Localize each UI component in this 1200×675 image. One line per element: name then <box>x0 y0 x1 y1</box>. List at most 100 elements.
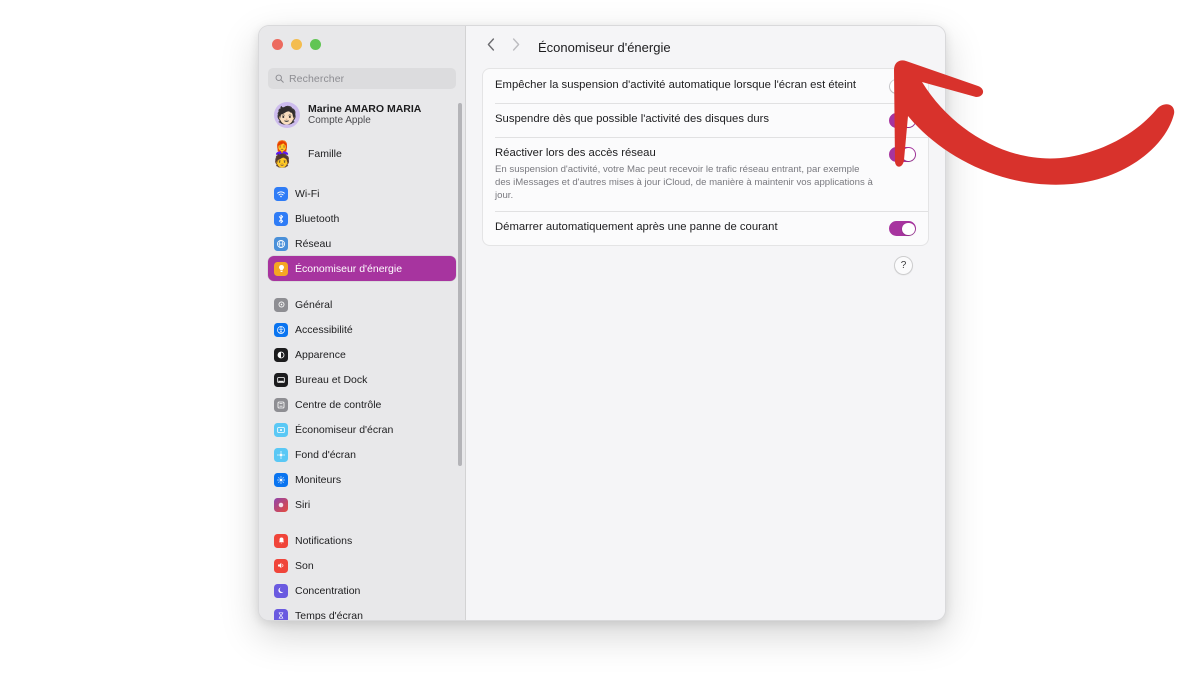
sidebar-group-appearance: Général Accessibilité Apparence Bureau e… <box>259 292 465 517</box>
sidebar-item-family[interactable]: 👩‍🦰🧑 Famille <box>268 138 456 170</box>
sidebar-item-appearance[interactable]: Apparence <box>268 342 456 367</box>
focus-icon <box>274 583 288 598</box>
sidebar-scroll-area[interactable]: 🧑🏻 Marine AMARO MARIA Compte Apple 👩‍🦰🧑 … <box>259 89 465 620</box>
sidebar-item-label: Centre de contrôle <box>295 398 382 411</box>
traffic-lights <box>259 26 465 61</box>
sidebar-item-label: Accessibilité <box>295 323 353 336</box>
settings-panel: Empêcher la suspension d'activité automa… <box>466 68 945 276</box>
sidebar-group-connectivity: Wi-Fi Bluetooth Réseau Économiseur d'éne… <box>259 181 465 281</box>
system-settings-window: Rechercher 🧑🏻 Marine AMARO MARIA Compte … <box>258 25 946 621</box>
account-subtitle: Compte Apple <box>308 115 371 127</box>
search-icon <box>275 70 284 88</box>
sidebar-item-sound[interactable]: Son <box>268 553 456 578</box>
sidebar: Rechercher 🧑🏻 Marine AMARO MARIA Compte … <box>259 26 466 620</box>
sidebar-item-desktop-dock[interactable]: Bureau et Dock <box>268 367 456 392</box>
account-name: Marine AMARO MARIA <box>308 102 422 115</box>
search-container: Rechercher <box>259 61 465 89</box>
account-text: Marine AMARO MARIA Compte Apple <box>308 103 421 127</box>
toggle-prevent-sleep[interactable] <box>889 79 916 94</box>
sidebar-item-screensaver[interactable]: Économiseur d'écran <box>268 417 456 442</box>
sidebar-item-wifi[interactable]: Wi-Fi <box>268 181 456 206</box>
toggle-disk-sleep[interactable] <box>889 113 916 128</box>
wifi-icon <box>274 186 288 201</box>
toggle-knob <box>902 148 915 161</box>
avatar: 🧑🏻 <box>274 102 300 128</box>
sidebar-item-label: Temps d'écran <box>295 609 363 621</box>
help-container: ? <box>482 246 929 276</box>
sidebar-item-label: Général <box>295 298 333 311</box>
sidebar-item-accessibility[interactable]: Accessibilité <box>268 317 456 342</box>
help-button[interactable]: ? <box>894 256 913 276</box>
sidebar-item-label: Économiseur d'énergie <box>295 262 403 275</box>
sidebar-item-displays[interactable]: Moniteurs <box>268 467 456 492</box>
wallpaper-icon <box>274 447 288 462</box>
setting-label: Réactiver lors des accès réseau <box>495 147 656 159</box>
general-icon <box>274 297 288 312</box>
bluetooth-icon <box>274 211 288 226</box>
appearance-icon <box>274 347 288 362</box>
sidebar-item-focus[interactable]: Concentration <box>268 578 456 603</box>
sidebar-item-label: Économiseur d'écran <box>295 423 394 436</box>
setting-row-disk-sleep[interactable]: Suspendre dès que possible l'activité de… <box>483 103 928 137</box>
screen-time-icon <box>274 608 288 620</box>
setting-label: Empêcher la suspension d'activité automa… <box>495 79 856 91</box>
back-button[interactable] <box>480 36 502 58</box>
screen: Rechercher 🧑🏻 Marine AMARO MARIA Compte … <box>0 0 1200 675</box>
toggle-knob <box>890 80 903 93</box>
sidebar-item-wallpaper[interactable]: Fond d'écran <box>268 442 456 467</box>
notifications-icon <box>274 533 288 548</box>
toolbar: Économiseur d'énergie <box>466 26 945 68</box>
siri-icon <box>274 497 288 512</box>
toggle-knob <box>902 222 915 236</box>
sidebar-scrollbar[interactable] <box>458 103 462 466</box>
page-title: Économiseur d'énergie <box>538 39 671 55</box>
desktop-dock-icon <box>274 372 288 387</box>
sidebar-item-general[interactable]: Général <box>268 292 456 317</box>
family-icon: 👩‍🦰🧑 <box>274 140 290 168</box>
displays-icon <box>274 472 288 487</box>
forward-button[interactable] <box>505 36 527 58</box>
search-placeholder: Rechercher <box>289 72 345 85</box>
sidebar-item-bluetooth[interactable]: Bluetooth <box>268 206 456 231</box>
sidebar-item-label: Wi-Fi <box>295 187 320 200</box>
sidebar-item-label: Famille <box>308 148 342 160</box>
sidebar-item-label: Moniteurs <box>295 473 342 486</box>
sidebar-item-network[interactable]: Réseau <box>268 231 456 256</box>
chevron-left-icon <box>487 38 495 56</box>
control-center-icon <box>274 397 288 412</box>
sidebar-item-notifications[interactable]: Notifications <box>268 528 456 553</box>
setting-label: Suspendre dès que possible l'activité de… <box>495 113 770 125</box>
setting-label: Démarrer automatiquement après une panne… <box>495 221 778 234</box>
zoom-button[interactable] <box>310 39 321 50</box>
sidebar-item-label: Son <box>295 559 314 572</box>
sidebar-item-label: Apparence <box>295 348 346 361</box>
minimize-button[interactable] <box>291 39 302 50</box>
content-pane: Économiseur d'énergie Empêcher la suspen… <box>466 26 945 620</box>
sidebar-item-label: Notifications <box>295 534 353 547</box>
setting-row-auto-restart[interactable]: Démarrer automatiquement après une panne… <box>483 211 928 245</box>
sidebar-item-label: Fond d'écran <box>295 448 356 461</box>
screensaver-icon <box>274 422 288 437</box>
chevron-right-icon <box>512 38 520 56</box>
sidebar-item-control-center[interactable]: Centre de contrôle <box>268 392 456 417</box>
sidebar-item-screen-time[interactable]: Temps d'écran <box>268 603 456 620</box>
sidebar-item-account[interactable]: 🧑🏻 Marine AMARO MARIA Compte Apple <box>268 98 456 132</box>
sound-icon <box>274 558 288 573</box>
sidebar-item-energy-saver[interactable]: Économiseur d'énergie <box>268 256 456 281</box>
setting-row-prevent-sleep[interactable]: Empêcher la suspension d'activité automa… <box>483 69 928 103</box>
setting-row-wake-network[interactable]: Réactiver lors des accès réseau En suspe… <box>483 137 928 211</box>
battery-saver-icon <box>274 261 288 276</box>
toggle-wake-network[interactable] <box>889 147 916 162</box>
sidebar-group-notifications: Notifications Son Concentration Temps d'… <box>259 528 465 620</box>
toggle-auto-restart[interactable] <box>889 221 916 237</box>
row-text: Empêcher la suspension d'activité automa… <box>495 78 856 93</box>
sidebar-item-label: Bluetooth <box>295 212 340 225</box>
search-input[interactable]: Rechercher <box>268 68 456 89</box>
row-text: Suspendre dès que possible l'activité de… <box>495 112 769 127</box>
close-button[interactable] <box>272 39 283 50</box>
sidebar-item-label: Concentration <box>295 584 361 597</box>
sidebar-item-siri[interactable]: Siri <box>268 492 456 517</box>
settings-card: Empêcher la suspension d'activité automa… <box>482 68 929 247</box>
setting-description: En suspension d'activité, votre Mac peut… <box>495 163 873 202</box>
row-text: Réactiver lors des accès réseau En suspe… <box>495 146 877 202</box>
